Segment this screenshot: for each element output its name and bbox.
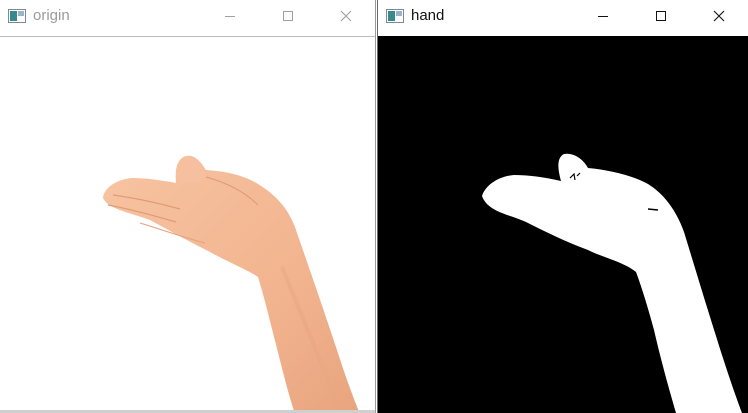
minimize-button[interactable]: [574, 0, 632, 32]
hand-photo: [103, 155, 360, 413]
maximize-icon: [283, 11, 293, 21]
hand-mask: [378, 36, 748, 413]
close-button[interactable]: [690, 0, 748, 32]
origin-window: origin: [0, 0, 376, 413]
titlebar[interactable]: origin: [0, 0, 375, 32]
window-title: origin: [33, 7, 70, 24]
window-controls: [201, 0, 375, 32]
close-icon: [340, 10, 352, 22]
minimize-icon: [225, 16, 235, 17]
minimize-button[interactable]: [201, 0, 259, 32]
app-icon: [8, 9, 26, 23]
close-icon: [713, 10, 725, 22]
window-title: hand: [411, 7, 445, 24]
origin-image-canvas: [0, 36, 375, 413]
hand-window: hand: [377, 0, 748, 413]
titlebar[interactable]: hand: [378, 0, 748, 32]
maximize-icon: [656, 11, 666, 21]
app-icon: [386, 9, 404, 23]
hand-mask-canvas: [378, 36, 748, 413]
close-button[interactable]: [317, 0, 375, 32]
maximize-button[interactable]: [259, 0, 317, 32]
minimize-icon: [598, 16, 608, 17]
maximize-button[interactable]: [632, 0, 690, 32]
window-controls: [574, 0, 748, 32]
